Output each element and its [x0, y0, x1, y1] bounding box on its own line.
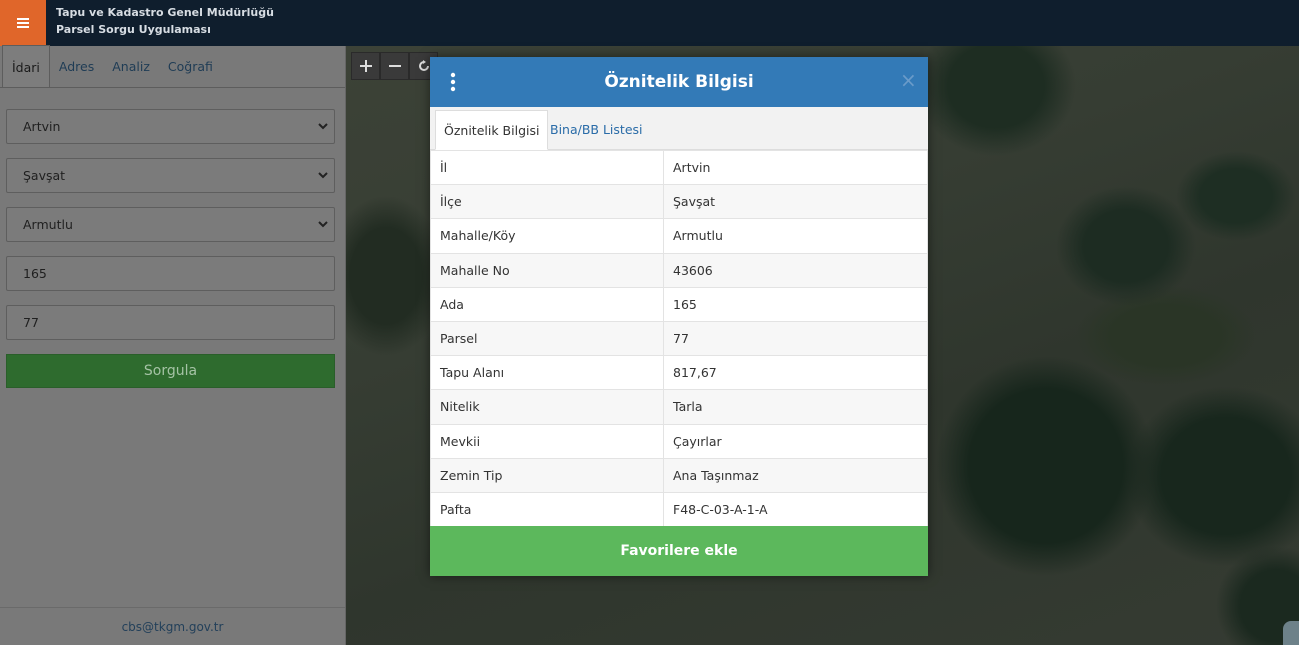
top-bar: Tapu ve Kadastro Genel Müdürlüğü Parsel … — [0, 0, 1299, 46]
attribute-value: 43606 — [663, 252, 928, 288]
chevron-down-icon — [318, 172, 328, 179]
tab-bina-bb-listesi[interactable]: Bina/BB Listesi — [542, 110, 651, 150]
table-row: Mahalle No 43606 — [430, 252, 928, 288]
app-title-line1: Tapu ve Kadastro Genel Müdürlüğü — [56, 6, 274, 19]
tab-idari[interactable]: İdari — [2, 45, 50, 87]
chevron-down-icon — [318, 221, 328, 228]
mahalle-select-value: Armutlu — [23, 217, 73, 232]
hamburger-icon — [17, 18, 29, 28]
attribute-value: Artvin — [663, 149, 928, 186]
tab-adres[interactable]: Adres — [50, 45, 103, 87]
sidebar: İdari Adres Analiz Coğrafi Artvin Şavşat… — [0, 45, 346, 645]
hamburger-menu-button[interactable] — [0, 0, 46, 46]
table-row: Parsel 77 — [430, 320, 928, 357]
table-row: İl Artvin — [430, 149, 928, 186]
refresh-icon — [418, 60, 429, 71]
close-icon[interactable]: × — [900, 70, 917, 90]
attribute-key: Nitelik — [430, 389, 664, 425]
app-title: Tapu ve Kadastro Genel Müdürlüğü Parsel … — [56, 4, 274, 38]
table-row: Mahalle/Köy Armutlu — [430, 218, 928, 254]
map-attribution-badge[interactable] — [1283, 621, 1299, 645]
attribute-value: 77 — [663, 320, 928, 357]
il-select[interactable]: Artvin — [6, 109, 335, 144]
attribute-value: Ana Taşınmaz — [663, 457, 928, 493]
chevron-down-icon — [318, 123, 328, 130]
attribute-key: İl — [430, 149, 664, 186]
zoom-in-button[interactable] — [351, 52, 380, 80]
footer-email-link[interactable]: cbs@tkgm.gov.tr — [0, 607, 345, 645]
mahalle-select[interactable]: Armutlu — [6, 207, 335, 242]
tab-oznitelik-bilgisi[interactable]: Öznitelik Bilgisi — [435, 110, 549, 150]
ilce-select-value: Şavşat — [23, 168, 66, 183]
add-to-favorites-button[interactable]: Favorilere ekle — [430, 526, 928, 576]
attribute-key: Pafta — [430, 491, 664, 528]
ilce-select[interactable]: Şavşat — [6, 158, 335, 193]
ada-input[interactable]: 165 — [6, 256, 335, 291]
attribute-value: Tarla — [663, 389, 928, 425]
attribute-key: Ada — [430, 286, 664, 322]
modal-header: Öznitelik Bilgisi × — [430, 57, 928, 107]
attribute-key: Parsel — [430, 320, 664, 357]
table-row: Mevkii Çayırlar — [430, 423, 928, 459]
table-row: Ada 165 — [430, 286, 928, 322]
attribute-key: Tapu Alanı — [430, 355, 664, 391]
il-select-value: Artvin — [23, 119, 61, 134]
tab-cografi[interactable]: Coğrafi — [159, 45, 222, 87]
attribute-key: Mahalle No — [430, 252, 664, 288]
attribute-key: Zemin Tip — [430, 457, 664, 493]
attribute-table: İl Artvin İlçe Şavşat Mahalle/Köy Armutlu Maha… — [430, 149, 928, 528]
attribute-key: Mevkii — [430, 423, 664, 459]
attribute-value: F48-C-03-A-1-A — [663, 491, 928, 528]
attribute-value: Armutlu — [663, 218, 928, 254]
attribute-key: Mahalle/Köy — [430, 218, 664, 254]
attribute-value: 165 — [663, 286, 928, 322]
table-row: Zemin Tip Ana Taşınmaz — [430, 457, 928, 493]
table-row: Tapu Alanı 817,67 — [430, 355, 928, 391]
zoom-out-icon — [388, 65, 401, 67]
parsel-input[interactable]: 77 — [6, 305, 335, 340]
attribute-value: Şavşat — [663, 184, 928, 220]
attribute-key: İlçe — [430, 184, 664, 220]
tab-analiz[interactable]: Analiz — [103, 45, 159, 87]
attribute-value: 817,67 — [663, 355, 928, 391]
sorgula-button[interactable]: Sorgula — [6, 354, 335, 388]
attribute-value: Çayırlar — [663, 423, 928, 459]
table-row: Nitelik Tarla — [430, 389, 928, 425]
table-row: İlçe Şavşat — [430, 184, 928, 220]
modal-title: Öznitelik Bilgisi — [604, 72, 754, 92]
map-controls — [351, 52, 438, 80]
zoom-out-button[interactable] — [380, 52, 409, 80]
modal-tabs: Öznitelik Bilgisi Bina/BB Listesi — [430, 107, 928, 150]
zoom-in-icon — [359, 60, 372, 72]
table-row: Pafta F48-C-03-A-1-A — [430, 491, 928, 528]
app-title-line2: Parsel Sorgu Uygulaması — [56, 23, 211, 36]
sidebar-tabs: İdari Adres Analiz Coğrafi — [0, 45, 345, 88]
attribute-modal: Öznitelik Bilgisi × Öznitelik Bilgisi Bi… — [430, 57, 928, 576]
